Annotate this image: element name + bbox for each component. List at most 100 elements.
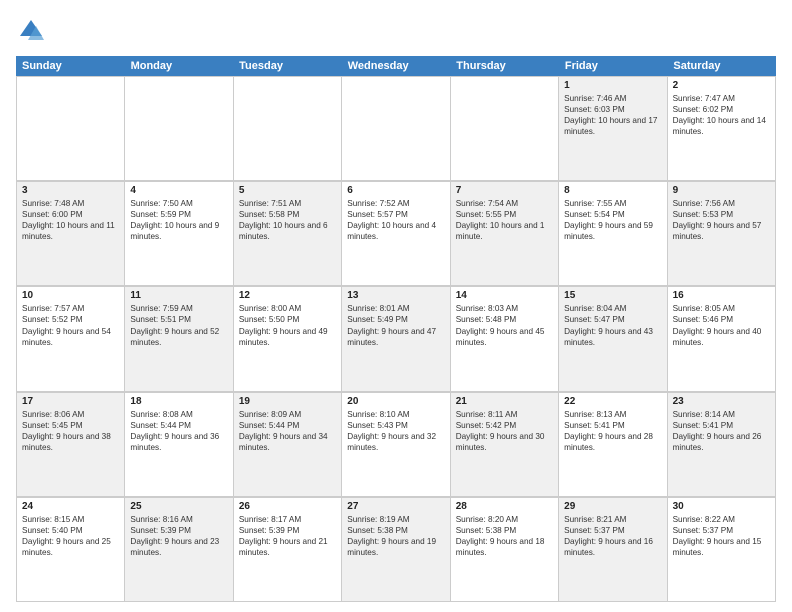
calendar-cell-2-2: 12 Sunrise: 8:00 AM Sunset: 5:50 PM Dayli… xyxy=(234,287,342,391)
calendar-cell-4-5: 29 Sunrise: 8:21 AM Sunset: 5:37 PM Dayli… xyxy=(559,498,667,602)
cell-info: Sunrise: 8:11 AM Sunset: 5:42 PM Dayligh… xyxy=(456,409,553,453)
day-number: 24 xyxy=(22,501,119,512)
header xyxy=(16,16,776,46)
page: SundayMondayTuesdayWednesdayThursdayFrid… xyxy=(0,0,792,612)
cell-info: Sunrise: 7:46 AM Sunset: 6:03 PM Dayligh… xyxy=(564,93,661,137)
cell-info: Sunrise: 8:06 AM Sunset: 5:45 PM Dayligh… xyxy=(22,409,119,453)
cell-info: Sunrise: 8:00 AM Sunset: 5:50 PM Dayligh… xyxy=(239,303,336,347)
calendar-cell-0-4 xyxy=(451,77,559,181)
header-day-wednesday: Wednesday xyxy=(342,56,451,76)
calendar-cell-1-0: 3Sunrise: 7:48 AM Sunset: 6:00 PM Daylig… xyxy=(17,182,125,286)
calendar-cell-2-3: 13 Sunrise: 8:01 AM Sunset: 5:49 PM Dayli… xyxy=(342,287,450,391)
header-day-saturday: Saturday xyxy=(667,56,776,76)
calendar-cell-3-4: 21 Sunrise: 8:11 AM Sunset: 5:42 PM Dayli… xyxy=(451,393,559,497)
cell-info: Sunrise: 8:22 AM Sunset: 5:37 PM Dayligh… xyxy=(673,514,770,558)
day-number: 22 xyxy=(564,396,661,407)
calendar-row-2: 10Sunrise: 7:57 AM Sunset: 5:52 PM Dayli… xyxy=(16,286,776,391)
calendar-cell-3-0: 17 Sunrise: 8:06 AM Sunset: 5:45 PM Dayli… xyxy=(17,393,125,497)
calendar-row-4: 24 Sunrise: 8:15 AM Sunset: 5:40 PM Dayli… xyxy=(16,497,776,602)
calendar-cell-1-3: 6Sunrise: 7:52 AM Sunset: 5:57 PM Daylig… xyxy=(342,182,450,286)
cell-info: Sunrise: 7:50 AM Sunset: 5:59 PM Dayligh… xyxy=(130,198,227,242)
calendar-header: SundayMondayTuesdayWednesdayThursdayFrid… xyxy=(16,56,776,76)
cell-info: Sunrise: 8:08 AM Sunset: 5:44 PM Dayligh… xyxy=(130,409,227,453)
day-number: 10 xyxy=(22,290,119,301)
calendar-cell-3-1: 18 Sunrise: 8:08 AM Sunset: 5:44 PM Dayli… xyxy=(125,393,233,497)
calendar-cell-4-0: 24 Sunrise: 8:15 AM Sunset: 5:40 PM Dayli… xyxy=(17,498,125,602)
cell-info: Sunrise: 7:52 AM Sunset: 5:57 PM Dayligh… xyxy=(347,198,444,242)
calendar-cell-3-3: 20Sunrise: 8:10 AM Sunset: 5:43 PM Dayli… xyxy=(342,393,450,497)
calendar-cell-4-2: 26 Sunrise: 8:17 AM Sunset: 5:39 PM Dayli… xyxy=(234,498,342,602)
day-number: 19 xyxy=(239,396,336,407)
cell-info: Sunrise: 7:59 AM Sunset: 5:51 PM Dayligh… xyxy=(130,303,227,347)
calendar-cell-0-0 xyxy=(17,77,125,181)
day-number: 16 xyxy=(673,290,770,301)
cell-info: Sunrise: 8:14 AM Sunset: 5:41 PM Dayligh… xyxy=(673,409,770,453)
calendar-cell-0-6: 2 Sunrise: 7:47 AM Sunset: 6:02 PM Daylig… xyxy=(668,77,776,181)
logo-icon xyxy=(16,16,46,46)
day-number: 13 xyxy=(347,290,444,301)
calendar-cell-3-5: 22 Sunrise: 8:13 AM Sunset: 5:41 PM Dayli… xyxy=(559,393,667,497)
cell-info: Sunrise: 8:13 AM Sunset: 5:41 PM Dayligh… xyxy=(564,409,661,453)
day-number: 18 xyxy=(130,396,227,407)
header-day-monday: Monday xyxy=(125,56,234,76)
calendar-cell-4-3: 27 Sunrise: 8:19 AM Sunset: 5:38 PM Dayli… xyxy=(342,498,450,602)
logo xyxy=(16,16,50,46)
cell-info: Sunrise: 8:20 AM Sunset: 5:38 PM Dayligh… xyxy=(456,514,553,558)
day-number: 26 xyxy=(239,501,336,512)
day-number: 27 xyxy=(347,501,444,512)
day-number: 30 xyxy=(673,501,770,512)
calendar-cell-0-1 xyxy=(125,77,233,181)
day-number: 14 xyxy=(456,290,553,301)
header-day-thursday: Thursday xyxy=(450,56,559,76)
day-number: 25 xyxy=(130,501,227,512)
day-number: 28 xyxy=(456,501,553,512)
day-number: 2 xyxy=(673,80,770,91)
cell-info: Sunrise: 8:15 AM Sunset: 5:40 PM Dayligh… xyxy=(22,514,119,558)
calendar-cell-1-2: 5Sunrise: 7:51 AM Sunset: 5:58 PM Daylig… xyxy=(234,182,342,286)
day-number: 21 xyxy=(456,396,553,407)
calendar-cell-4-1: 25 Sunrise: 8:16 AM Sunset: 5:39 PM Dayli… xyxy=(125,498,233,602)
calendar-cell-1-1: 4 Sunrise: 7:50 AM Sunset: 5:59 PM Daylig… xyxy=(125,182,233,286)
calendar-cell-0-2 xyxy=(234,77,342,181)
day-number: 4 xyxy=(130,185,227,196)
calendar-cell-3-6: 23 Sunrise: 8:14 AM Sunset: 5:41 PM Dayli… xyxy=(668,393,776,497)
day-number: 8 xyxy=(564,185,661,196)
calendar-body: 1 Sunrise: 7:46 AM Sunset: 6:03 PM Daylig… xyxy=(16,76,776,602)
day-number: 29 xyxy=(564,501,661,512)
calendar-cell-2-0: 10Sunrise: 7:57 AM Sunset: 5:52 PM Dayli… xyxy=(17,287,125,391)
day-number: 20 xyxy=(347,396,444,407)
day-number: 17 xyxy=(22,396,119,407)
cell-info: Sunrise: 8:16 AM Sunset: 5:39 PM Dayligh… xyxy=(130,514,227,558)
calendar-cell-1-5: 8 Sunrise: 7:55 AM Sunset: 5:54 PM Daylig… xyxy=(559,182,667,286)
cell-info: Sunrise: 7:47 AM Sunset: 6:02 PM Dayligh… xyxy=(673,93,770,137)
cell-info: Sunrise: 7:55 AM Sunset: 5:54 PM Dayligh… xyxy=(564,198,661,242)
calendar-cell-2-4: 14Sunrise: 8:03 AM Sunset: 5:48 PM Dayli… xyxy=(451,287,559,391)
day-number: 9 xyxy=(673,185,770,196)
cell-info: Sunrise: 8:05 AM Sunset: 5:46 PM Dayligh… xyxy=(673,303,770,347)
calendar-row-1: 3Sunrise: 7:48 AM Sunset: 6:00 PM Daylig… xyxy=(16,181,776,286)
cell-info: Sunrise: 7:56 AM Sunset: 5:53 PM Dayligh… xyxy=(673,198,770,242)
calendar: SundayMondayTuesdayWednesdayThursdayFrid… xyxy=(16,56,776,602)
cell-info: Sunrise: 8:17 AM Sunset: 5:39 PM Dayligh… xyxy=(239,514,336,558)
cell-info: Sunrise: 7:51 AM Sunset: 5:58 PM Dayligh… xyxy=(239,198,336,242)
calendar-row-3: 17 Sunrise: 8:06 AM Sunset: 5:45 PM Dayli… xyxy=(16,392,776,497)
cell-info: Sunrise: 8:01 AM Sunset: 5:49 PM Dayligh… xyxy=(347,303,444,347)
calendar-cell-0-5: 1 Sunrise: 7:46 AM Sunset: 6:03 PM Daylig… xyxy=(559,77,667,181)
calendar-cell-1-6: 9 Sunrise: 7:56 AM Sunset: 5:53 PM Daylig… xyxy=(668,182,776,286)
calendar-cell-1-4: 7Sunrise: 7:54 AM Sunset: 5:55 PM Daylig… xyxy=(451,182,559,286)
cell-info: Sunrise: 7:48 AM Sunset: 6:00 PM Dayligh… xyxy=(22,198,119,242)
cell-info: Sunrise: 8:19 AM Sunset: 5:38 PM Dayligh… xyxy=(347,514,444,558)
day-number: 1 xyxy=(564,80,661,91)
day-number: 12 xyxy=(239,290,336,301)
calendar-cell-2-1: 11 Sunrise: 7:59 AM Sunset: 5:51 PM Dayli… xyxy=(125,287,233,391)
calendar-row-0: 1 Sunrise: 7:46 AM Sunset: 6:03 PM Daylig… xyxy=(16,76,776,181)
day-number: 23 xyxy=(673,396,770,407)
calendar-cell-2-6: 16 Sunrise: 8:05 AM Sunset: 5:46 PM Dayli… xyxy=(668,287,776,391)
calendar-cell-4-6: 30 Sunrise: 8:22 AM Sunset: 5:37 PM Dayli… xyxy=(668,498,776,602)
cell-info: Sunrise: 8:21 AM Sunset: 5:37 PM Dayligh… xyxy=(564,514,661,558)
day-number: 15 xyxy=(564,290,661,301)
header-day-friday: Friday xyxy=(559,56,668,76)
day-number: 7 xyxy=(456,185,553,196)
calendar-cell-4-4: 28 Sunrise: 8:20 AM Sunset: 5:38 PM Dayli… xyxy=(451,498,559,602)
day-number: 11 xyxy=(130,290,227,301)
